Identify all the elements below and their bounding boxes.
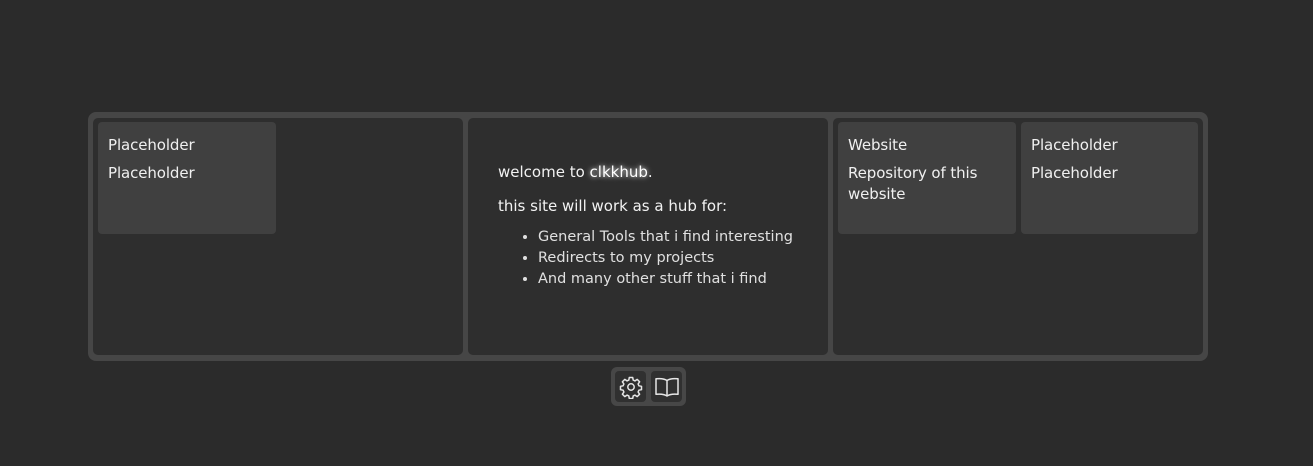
link-card: Placeholder Placeholder (98, 122, 276, 234)
list-item: And many other stuff that i find (538, 269, 808, 290)
welcome-text: welcome to clkkhub. this site will work … (498, 162, 808, 290)
gear-icon (619, 376, 642, 399)
welcome-heading: welcome to clkkhub. (498, 162, 808, 182)
center-panel: welcome to clkkhub. this site will work … (468, 118, 828, 355)
placeholder-link[interactable]: Placeholder (1031, 163, 1188, 184)
placeholder-link[interactable]: Placeholder (1031, 135, 1188, 156)
bottom-toolbar (611, 367, 686, 406)
intro-text: this site will work as a hub for: (498, 197, 728, 215)
welcome-suffix: . (647, 163, 653, 181)
book-icon (654, 377, 679, 397)
docs-button[interactable] (651, 371, 682, 402)
brand-name: clkkhub (589, 163, 648, 181)
welcome-prefix: welcome to (498, 163, 590, 181)
link-card: Website Repository of this website (838, 122, 1016, 234)
repository-link[interactable]: Repository of this website (848, 163, 1006, 205)
website-link[interactable]: Website (848, 135, 1006, 156)
left-panel: Placeholder Placeholder (93, 118, 463, 355)
settings-button[interactable] (615, 371, 646, 402)
main-frame: Placeholder Placeholder welcome to clkkh… (88, 112, 1208, 361)
placeholder-link[interactable]: Placeholder (108, 163, 266, 184)
feature-list: General Tools that i find interesting Re… (498, 227, 808, 290)
list-item: Redirects to my projects (538, 248, 808, 269)
placeholder-link[interactable]: Placeholder (108, 135, 266, 156)
link-card: Placeholder Placeholder (1021, 122, 1198, 234)
list-item: General Tools that i find interesting (538, 227, 808, 248)
right-panel: Website Repository of this website Place… (833, 118, 1203, 355)
